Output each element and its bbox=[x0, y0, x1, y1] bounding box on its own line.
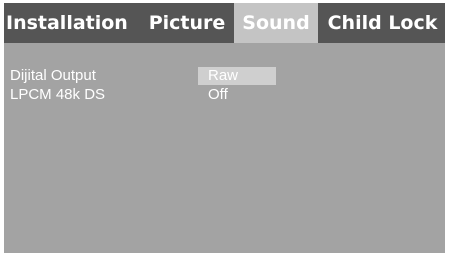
setting-value-digital-output[interactable]: Raw bbox=[198, 67, 276, 85]
tab-picture[interactable]: Picture bbox=[144, 3, 230, 43]
osd-menu-screen: Installation Picture Sound Child Lock Di… bbox=[4, 3, 445, 253]
menu-tab-bar: Installation Picture Sound Child Lock bbox=[4, 3, 445, 43]
setting-value-lpcm-48k-ds[interactable]: Off bbox=[198, 86, 276, 104]
tab-sound[interactable]: Sound bbox=[234, 3, 318, 43]
setting-label-lpcm-48k-ds: LPCM 48k DS bbox=[10, 86, 106, 103]
tab-child-lock[interactable]: Child Lock bbox=[320, 3, 445, 43]
tab-installation[interactable]: Installation bbox=[6, 3, 142, 43]
setting-label-digital-output: Dijital Output bbox=[10, 67, 96, 84]
